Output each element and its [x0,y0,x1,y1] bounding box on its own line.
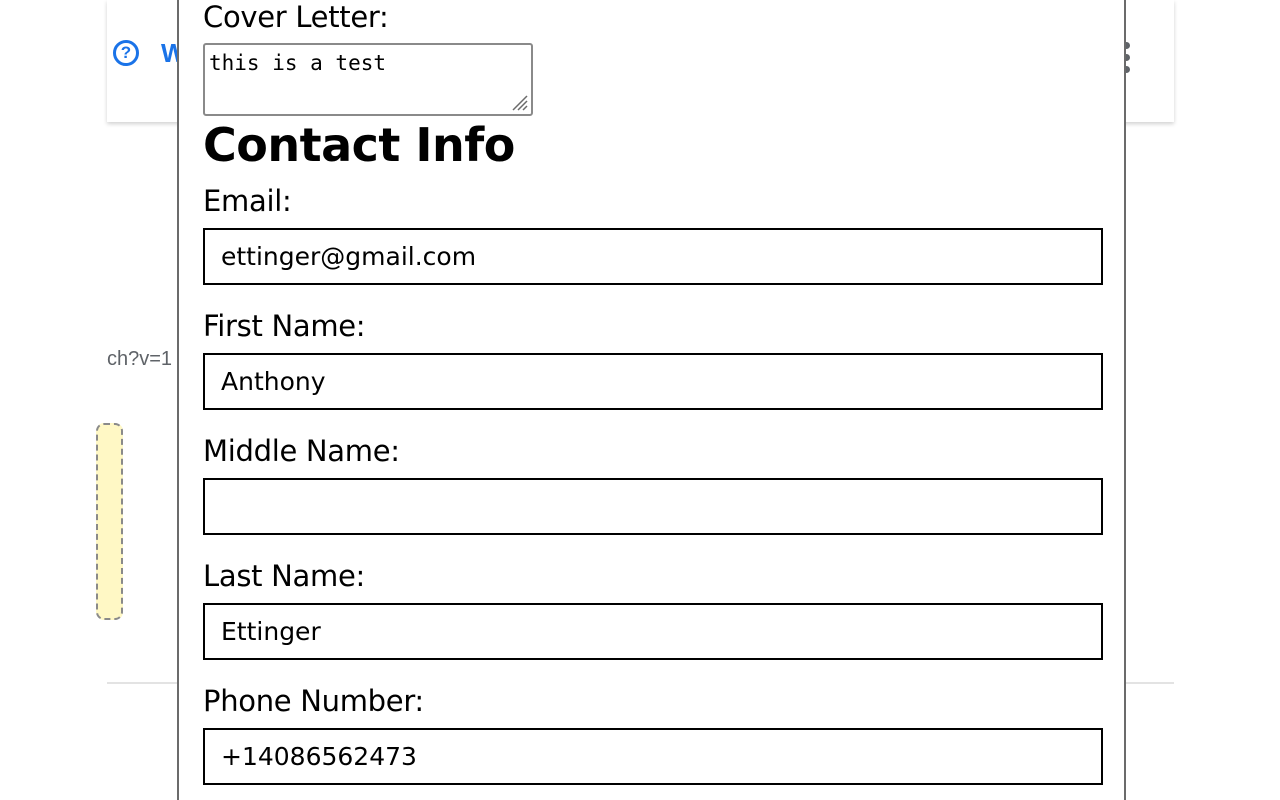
help-icon[interactable]: ? [113,40,139,66]
phone-number-field[interactable] [203,728,1103,785]
cover-letter-textarea[interactable]: this is a test [203,43,533,116]
application-form-modal: Cover Letter: this is a test Contact Inf… [177,0,1126,800]
cover-letter-label: Cover Letter: [203,0,389,34]
email-field[interactable] [203,228,1103,285]
screen: ? W ch?v=1 Cover Letter: this is a test … [0,0,1280,800]
background-url-partial: ch?v=1 [107,348,173,370]
email-label: Email: [203,184,292,218]
phone-number-label: Phone Number: [203,684,424,718]
contact-info-heading: Contact Info [203,118,515,172]
first-name-label: First Name: [203,309,366,343]
last-name-field[interactable] [203,603,1103,660]
first-name-field[interactable] [203,353,1103,410]
resize-handle-icon[interactable] [509,92,529,112]
background-highlight-box [96,423,123,620]
middle-name-label: Middle Name: [203,434,400,468]
last-name-label: Last Name: [203,559,365,593]
middle-name-field[interactable] [203,478,1103,535]
